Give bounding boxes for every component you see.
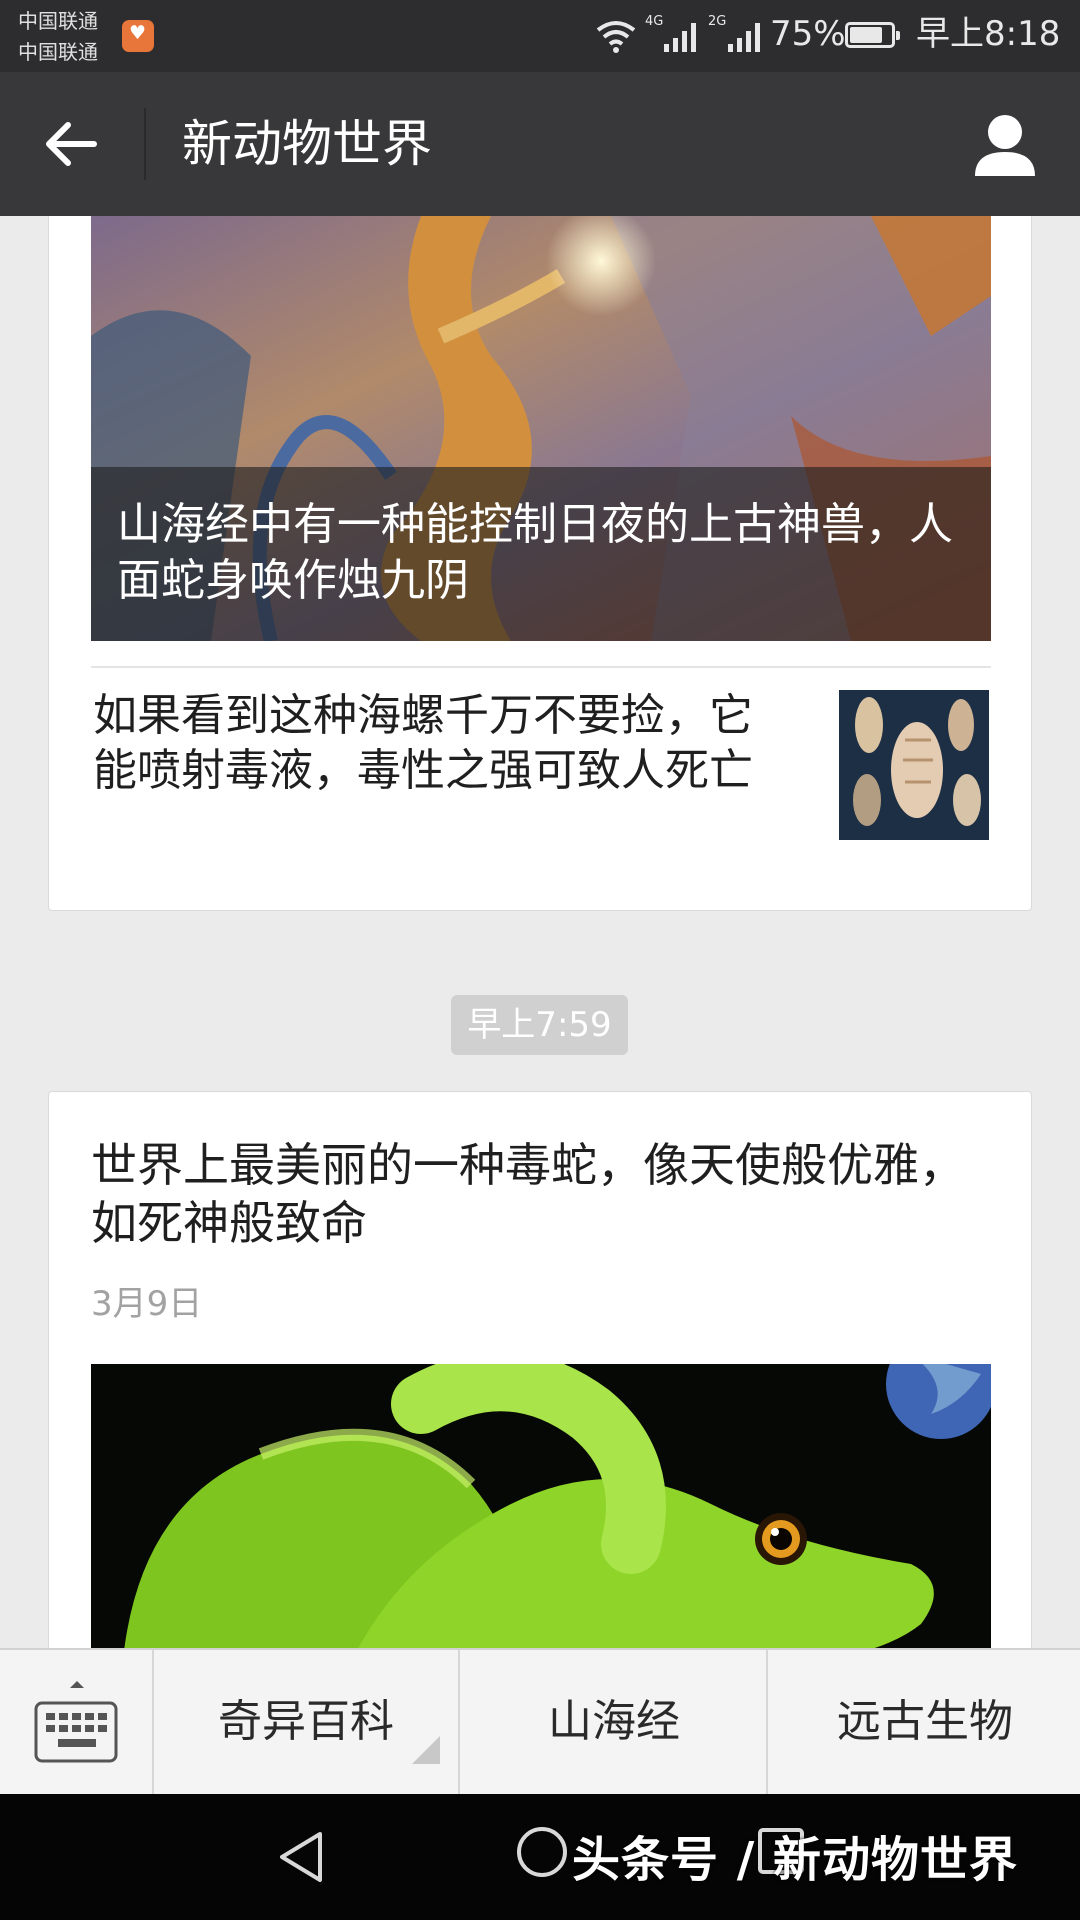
timestamp-badge: 早上7:59	[451, 995, 628, 1055]
signal-1-icon	[664, 23, 696, 52]
profile-button[interactable]	[960, 108, 1050, 180]
notification-app-icon	[122, 20, 154, 52]
hero-article-title: 山海经中有一种能控制日夜的上古神兽，人面蛇身唤作烛九阴	[117, 499, 953, 606]
signal-2-icon	[728, 23, 760, 52]
battery-percent: 75%	[770, 14, 846, 54]
keyboard-toggle-button[interactable]	[0, 1650, 154, 1794]
page-title: 新动物世界	[182, 115, 432, 173]
submenu-indicator-icon	[412, 1736, 440, 1764]
divider	[91, 666, 991, 668]
bottom-menu: 奇异百科 山海经 远古生物	[0, 1648, 1080, 1794]
article-item-title[interactable]: 如果看到这种海螺千万不要捡，它能喷射毒液，毒性之强可致人死亡	[93, 688, 793, 798]
article-title[interactable]: 世界上最美丽的一种毒蛇，像天使般优雅，如死神般致命	[91, 1136, 991, 1252]
menu-item-label: 奇异百科	[218, 1696, 394, 1747]
status-clock: 早上8:18	[916, 14, 1061, 54]
battery-icon	[845, 22, 900, 48]
nav-divider	[144, 108, 146, 180]
article-cover-image[interactable]	[91, 1364, 991, 1648]
home-circle-icon[interactable]	[512, 1822, 572, 1892]
arrow-left-icon	[46, 122, 97, 166]
person-icon	[975, 115, 1035, 176]
article-date: 3月9日	[91, 1284, 203, 1324]
green-snake-image	[91, 1364, 991, 1648]
message-feed[interactable]: 山海经中有一种能控制日夜的上古神兽，人面蛇身唤作烛九阴 如果看到这种海螺千万不要…	[0, 216, 1080, 1648]
status-bar: 中国联通 中国联通 4G 2G 75% 早上8:18	[0, 0, 1080, 72]
article-card: 山海经中有一种能控制日夜的上古神兽，人面蛇身唤作烛九阴 如果看到这种海螺千万不要…	[48, 216, 1032, 911]
hero-article[interactable]: 山海经中有一种能控制日夜的上古神兽，人面蛇身唤作烛九阴	[91, 216, 991, 641]
network-type-2: 2G	[708, 14, 727, 29]
carrier-2-label: 中国联通	[18, 40, 98, 64]
seashell-image	[839, 690, 989, 840]
menu-item-shanhaijing[interactable]: 山海经	[462, 1650, 768, 1794]
wifi-icon	[596, 21, 636, 53]
menu-item-label: 远古生物	[837, 1696, 1013, 1747]
title-bar: 新动物世界	[0, 72, 1080, 216]
back-triangle-icon[interactable]	[270, 1822, 330, 1892]
carrier-1-label: 中国联通	[18, 9, 98, 33]
article-card[interactable]: 世界上最美丽的一种毒蛇，像天使般优雅，如死神般致命 3月9日	[48, 1091, 1032, 1648]
hero-caption: 山海经中有一种能控制日夜的上古神兽，人面蛇身唤作烛九阴	[91, 467, 991, 641]
back-button[interactable]	[30, 108, 114, 180]
watermark: 头条号 / 新动物世界	[572, 1832, 1018, 1888]
menu-item-qiyi-baike[interactable]: 奇异百科	[154, 1650, 460, 1794]
article-thumbnail[interactable]	[839, 690, 989, 840]
keyboard-icon	[34, 1681, 118, 1763]
network-type-1: 4G	[645, 14, 664, 29]
menu-item-yuangu-shengwu[interactable]: 远古生物	[770, 1650, 1080, 1794]
menu-item-label: 山海经	[548, 1696, 680, 1747]
